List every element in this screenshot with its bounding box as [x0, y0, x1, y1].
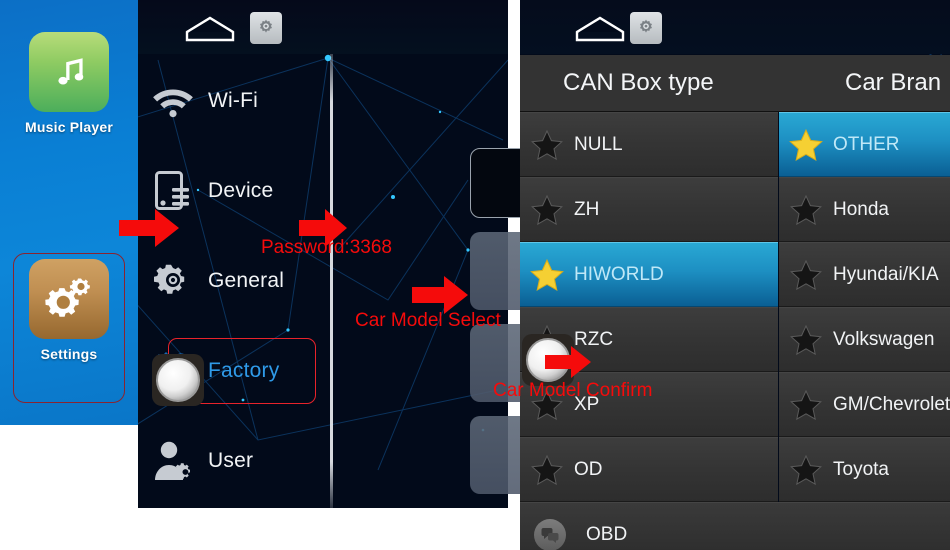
- sidebar-item-label: Factory: [208, 359, 280, 382]
- annotation-arrow-1: [119, 207, 181, 254]
- list-item[interactable]: GM/Chevrolet/C: [779, 372, 950, 437]
- sidebar-item-user[interactable]: User: [138, 422, 508, 500]
- list-item[interactable]: Hyundai/KIA: [779, 242, 950, 307]
- wifi-icon: [138, 83, 208, 119]
- list-item-label: ZH: [574, 198, 600, 220]
- navigation-bar: [520, 0, 950, 54]
- star-icon[interactable]: [520, 258, 574, 292]
- car-brand-list: OTHER Honda Hyundai/KIA Volkswagen GM/Ch…: [779, 112, 950, 502]
- list-item-label: NULL: [574, 133, 623, 155]
- star-icon[interactable]: [779, 454, 833, 486]
- star-icon[interactable]: [779, 194, 833, 226]
- car-brand-title: Car Bran: [845, 69, 942, 96]
- panel-divider: [330, 46, 333, 508]
- app-tile-music-player[interactable]: Music Player: [0, 32, 138, 135]
- gear-icon[interactable]: [630, 12, 662, 44]
- star-icon[interactable]: [779, 389, 833, 421]
- star-icon[interactable]: [520, 129, 574, 161]
- list-item[interactable]: OD: [520, 437, 778, 502]
- list-item-label: Volkswagen: [833, 328, 935, 350]
- gears-icon: [29, 259, 109, 339]
- list-item-label: GM/Chevrolet/C: [833, 393, 950, 415]
- sidebar-item-label: General: [208, 269, 285, 292]
- navigation-bar: [138, 0, 508, 54]
- star-icon[interactable]: [520, 454, 574, 486]
- list-item-selected[interactable]: HIWORLD: [520, 242, 778, 307]
- app-tile-settings[interactable]: Settings: [0, 259, 138, 362]
- app-label: Settings: [40, 346, 98, 362]
- home-icon[interactable]: [184, 14, 236, 44]
- cursor-dot: [156, 358, 200, 402]
- star-icon[interactable]: [520, 194, 574, 226]
- picker-header: CAN Box type Car Bran: [520, 55, 950, 112]
- app-label: Music Player: [25, 119, 113, 135]
- annotation-car-model-select: Car Model Select: [355, 310, 501, 331]
- can-box-picker-panel: CAN Box type Car Bran NULL ZH HIWORLD RZ…: [520, 0, 950, 550]
- can-box-type-title: CAN Box type: [563, 69, 714, 96]
- sidebar-item-wifi[interactable]: Wi-Fi: [138, 62, 508, 140]
- sidebar-item-label: Device: [208, 179, 274, 202]
- list-item[interactable]: Volkswagen: [779, 307, 950, 372]
- user-gear-icon: [138, 439, 208, 483]
- can-box-type-list: NULL ZH HIWORLD RZC XP OD: [520, 112, 778, 502]
- gear-icon[interactable]: [250, 12, 282, 44]
- screenshot-root: Music Player Settings Wi-Fi Device Gener…: [0, 0, 950, 550]
- star-icon[interactable]: [779, 128, 833, 162]
- list-item-label: Hyundai/KIA: [833, 263, 939, 285]
- list-item-label: Toyota: [833, 458, 889, 480]
- home-icon[interactable]: [574, 14, 626, 44]
- star-icon[interactable]: [779, 259, 833, 291]
- list-item[interactable]: ZH: [520, 177, 778, 242]
- list-item-label: OD: [574, 458, 603, 480]
- list-item[interactable]: Toyota: [779, 437, 950, 502]
- music-note-icon: [29, 32, 109, 112]
- annotation-car-model-confirm: Car Model Confirm: [493, 380, 653, 401]
- sidebar-item-label: User: [208, 449, 254, 472]
- list-item-selected[interactable]: OTHER: [779, 112, 950, 177]
- list-item[interactable]: NULL: [520, 112, 778, 177]
- list-item-label: HIWORLD: [574, 263, 664, 285]
- touch-cursor-factory: [152, 354, 204, 406]
- list-item[interactable]: Honda: [779, 177, 950, 242]
- gear-icon: [138, 259, 208, 303]
- chat-bubble-icon: [534, 518, 566, 550]
- annotation-password: Password:3368: [261, 237, 392, 258]
- home-launcher-panel: Music Player Settings: [0, 0, 138, 425]
- list-item-obd[interactable]: OBD: [520, 502, 950, 550]
- sidebar-item-label: Wi-Fi: [208, 89, 258, 112]
- list-item-label: OTHER: [833, 133, 900, 155]
- list-item-label: OBD: [586, 523, 628, 545]
- list-item-label: Honda: [833, 198, 889, 220]
- star-icon[interactable]: [779, 324, 833, 356]
- annotation-arrow-4: [545, 345, 593, 384]
